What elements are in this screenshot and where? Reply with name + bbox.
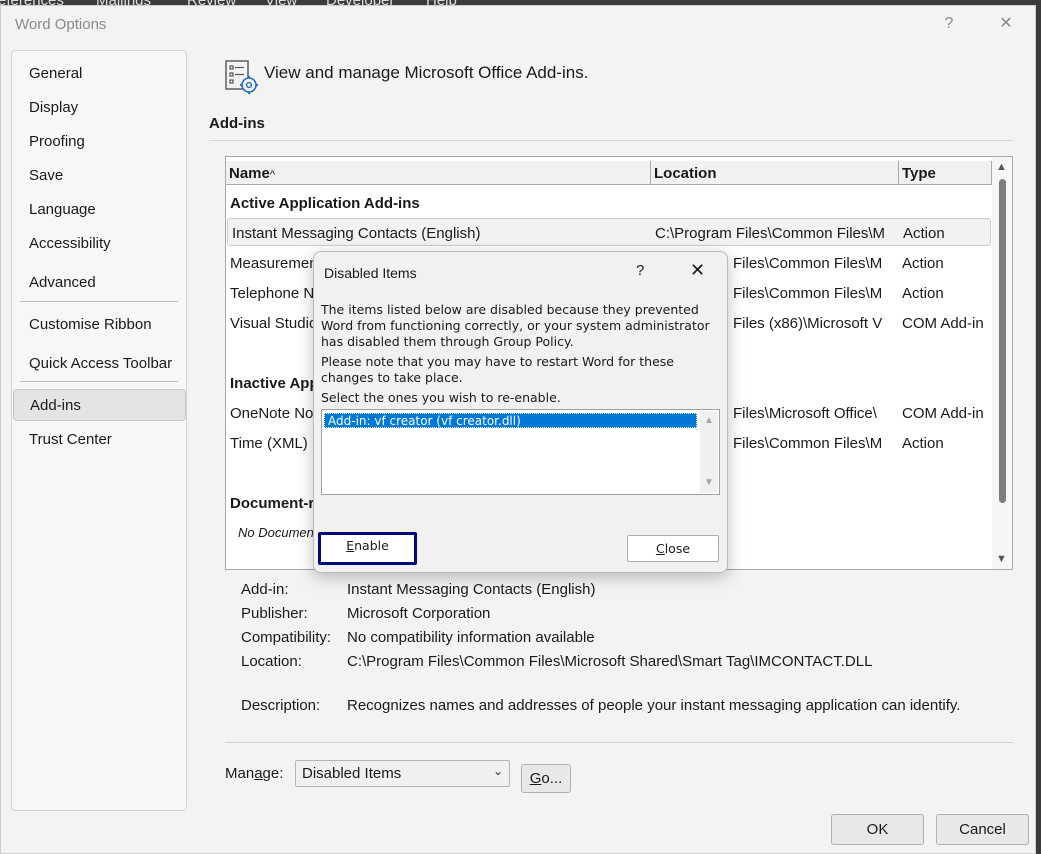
list-item[interactable]: Add-in: vf creator (vf creator.dll) (324, 413, 697, 428)
nav-item-language[interactable]: Language (13, 194, 186, 226)
close-button[interactable]: ✕ (992, 12, 1020, 36)
chevron-down-icon: ⌄ (492, 764, 503, 778)
scroll-down-icon[interactable]: ▼ (996, 553, 1007, 565)
manage-selected-value: Disabled Items (302, 765, 402, 782)
disabled-items-list: Add-in: vf creator (vf creator.dll) ▲ ▼ (321, 409, 720, 495)
window-title: Word Options (15, 16, 107, 33)
dialog-help-button[interactable]: ? (636, 262, 644, 279)
group-row: Active Application Add-ins (230, 195, 420, 212)
dialog-close-button[interactable]: Close (627, 535, 719, 562)
table-scrollbar[interactable]: ▲ ▼ (992, 157, 1012, 569)
dialog-instruction: Select the ones you wish to re-enable. (321, 390, 561, 405)
column-header-location[interactable]: Location (651, 161, 899, 185)
enable-button[interactable]: Enable (318, 532, 417, 565)
add-ins-settings-icon (224, 59, 260, 95)
nav-item-save[interactable]: Save (13, 160, 186, 192)
disabled-items-dialog: Disabled Items ? ✕ The items listed belo… (313, 251, 728, 573)
nav-item-customise-ribbon[interactable]: Customise Ribbon (13, 309, 186, 341)
nav-item-advanced[interactable]: Advanced (13, 267, 186, 299)
nav-item-proofing[interactable]: Proofing (13, 126, 186, 158)
manage-select[interactable]: Disabled Items ⌄ (295, 760, 510, 787)
scroll-up-icon[interactable]: ▲ (996, 161, 1007, 173)
nav-item-accessibility[interactable]: Accessibility (13, 228, 186, 260)
cancel-button[interactable]: Cancel (936, 814, 1029, 845)
table-row[interactable]: Instant Messaging Contacts (English) C:\… (227, 218, 991, 246)
ok-button[interactable]: OK (831, 814, 924, 845)
section-divider (209, 140, 1013, 141)
dialog-explanation: The items listed below are disabled beca… (321, 302, 710, 349)
sort-ascending-icon: ^ (269, 169, 276, 181)
nav-item-quick-access-toolbar[interactable]: Quick Access Toolbar (13, 348, 186, 380)
column-header-type[interactable]: Type (899, 161, 992, 185)
dialog-close-icon[interactable]: ✕ (690, 260, 705, 281)
nav-item-add-ins[interactable]: Add-ins (13, 389, 186, 421)
manage-label: Manage: (225, 765, 284, 782)
nav-item-general[interactable]: General (13, 58, 186, 90)
title-bar: Word Options ? ✕ (1, 6, 1035, 42)
section-title: Add-ins (209, 115, 265, 132)
scroll-down-icon[interactable]: ▼ (704, 477, 714, 488)
scrollbar-thumb[interactable] (999, 179, 1006, 503)
page-header: View and manage Microsoft Office Add-ins… (264, 63, 589, 82)
nav-item-trust-center[interactable]: Trust Center (13, 424, 186, 456)
go-button[interactable]: Go... (521, 764, 571, 793)
help-button[interactable]: ? (935, 12, 963, 36)
dialog-restart-note: Please note that you may have to restart… (321, 354, 674, 385)
nav-item-display[interactable]: Display (13, 92, 186, 124)
manage-divider (225, 742, 1013, 743)
scroll-up-icon[interactable]: ▲ (704, 415, 714, 426)
column-header-name[interactable]: Name^ (226, 161, 651, 185)
dialog-title: Disabled Items (324, 265, 417, 281)
list-scrollbar[interactable]: ▲ ▼ (700, 411, 718, 493)
options-nav: General Display Proofing Save Language A… (11, 50, 187, 811)
nav-divider (20, 301, 178, 302)
nav-divider (20, 381, 178, 382)
